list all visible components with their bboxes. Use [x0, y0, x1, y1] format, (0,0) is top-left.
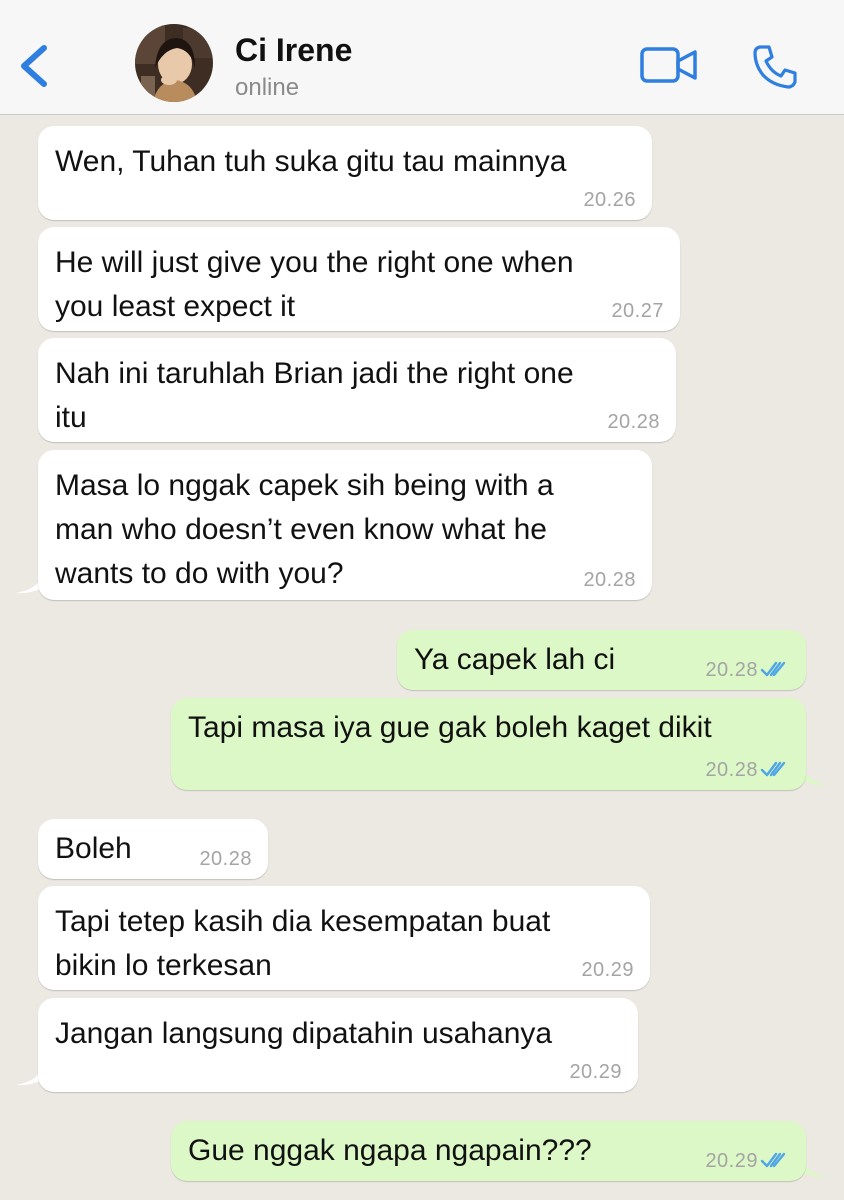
message-bubble-outgoing[interactable]: Ya capek lah ci 20.28	[397, 630, 806, 690]
message-text: Wen, Tuhan tuh suka gitu tau mainnya	[55, 145, 567, 178]
message-text: Tapi tetep kasih dia kesempatan buat	[55, 905, 551, 938]
message-text: wants to do with you?	[55, 557, 344, 590]
message-bubble-incoming[interactable]: Tapi tetep kasih dia kesempatan buat bik…	[38, 886, 650, 990]
bubble-tail	[802, 1156, 828, 1178]
message-time: 20.27	[611, 300, 664, 322]
chevron-left-icon[interactable]	[16, 40, 52, 92]
message-time: 20.28	[705, 759, 758, 781]
message-bubble-outgoing[interactable]: Gue nggak ngapa ngapain??? 20.29	[171, 1121, 806, 1181]
message-text: Gue nggak ngapa ngapain???	[188, 1134, 592, 1167]
double-check-icon	[760, 761, 786, 777]
contact-status: online	[235, 74, 300, 101]
message-text: bikin lo terkesan	[55, 949, 272, 982]
message-time: 20.28	[199, 848, 252, 870]
message-time: 20.26	[583, 189, 636, 211]
double-check-icon	[760, 1152, 786, 1168]
message-time: 20.29	[581, 959, 634, 981]
contact-name[interactable]: Ci Irene	[235, 30, 352, 70]
message-text: you least expect it	[55, 290, 296, 323]
message-text: Masa lo nggak capek sih being with a	[55, 469, 554, 502]
message-bubble-incoming[interactable]: Nah ini taruhlah Brian jadi the right on…	[38, 338, 676, 442]
message-text: Jangan langsung dipatahin usahanya	[55, 1017, 553, 1050]
double-check-icon	[760, 661, 786, 677]
message-text: man who doesn’t even know what he	[55, 513, 547, 546]
message-text: Nah ini taruhlah Brian jadi the right on…	[55, 357, 574, 390]
message-bubble-incoming[interactable]: Jangan langsung dipatahin usahanya 20.29	[38, 998, 638, 1092]
message-text: itu	[55, 401, 87, 434]
bubble-tail	[802, 764, 828, 786]
message-time: 20.29	[705, 1150, 758, 1172]
message-time: 20.28	[583, 569, 636, 591]
message-bubble-incoming[interactable]: Masa lo nggak capek sih being with a man…	[38, 450, 652, 600]
message-time: 20.28	[705, 659, 758, 681]
message-bubble-incoming[interactable]: Wen, Tuhan tuh suka gitu tau mainnya 20.…	[38, 126, 652, 220]
chat-header: Ci Irene online	[0, 0, 844, 115]
message-bubble-incoming[interactable]: Boleh 20.28	[38, 819, 268, 879]
message-time: 20.28	[607, 411, 660, 433]
message-time: 20.29	[569, 1061, 622, 1083]
phone-icon[interactable]	[752, 42, 800, 90]
message-bubble-incoming[interactable]: He will just give you the right one when…	[38, 227, 680, 331]
message-bubble-outgoing[interactable]: Tapi masa iya gue gak boleh kaget dikit …	[171, 698, 806, 790]
message-text: He will just give you the right one when	[55, 246, 574, 279]
message-text: Tapi masa iya gue gak boleh kaget dikit	[188, 711, 712, 744]
avatar[interactable]	[135, 24, 213, 102]
video-camera-icon[interactable]	[638, 45, 700, 85]
